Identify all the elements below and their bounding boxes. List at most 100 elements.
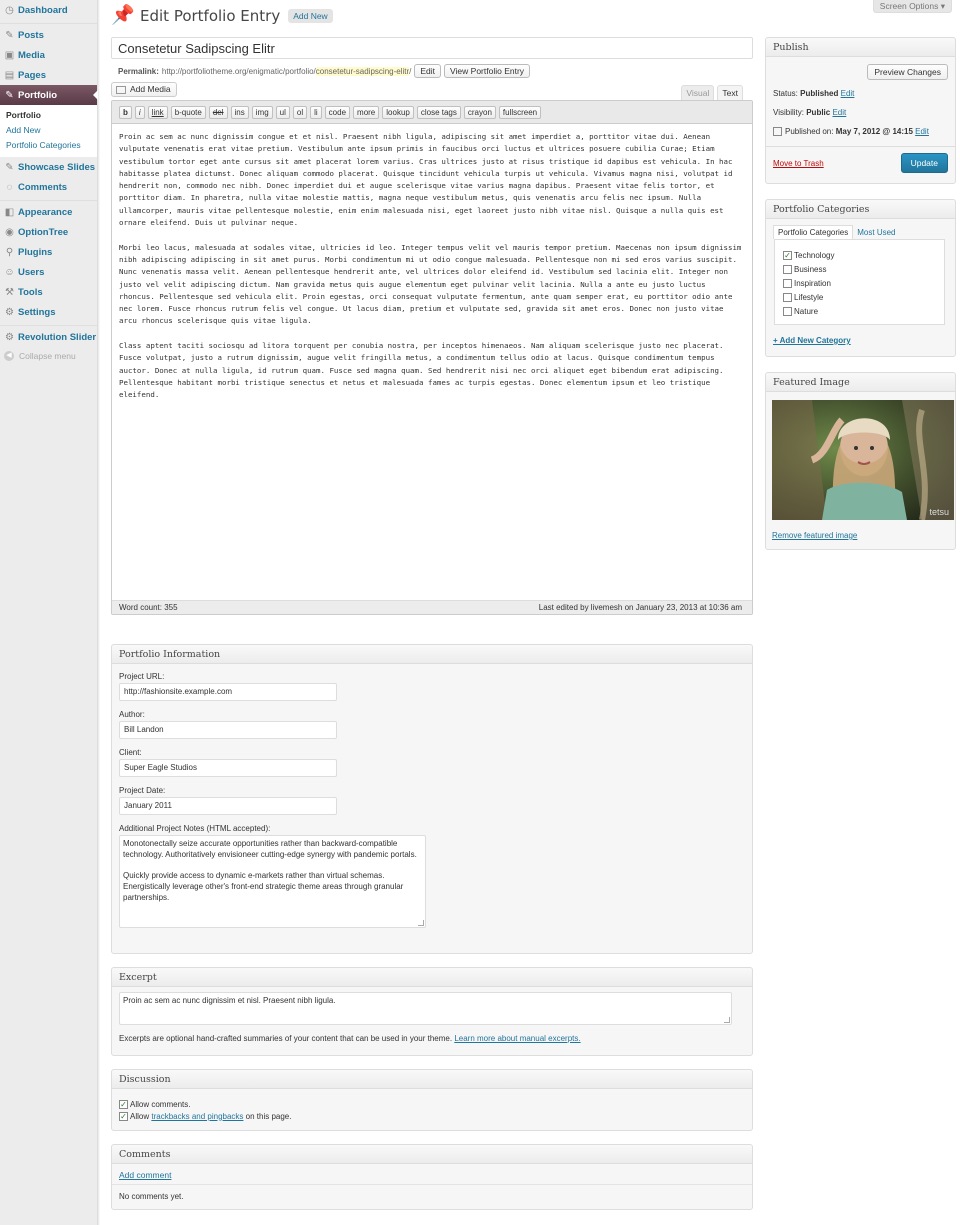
author-input[interactable]: Bill Landon: [119, 721, 337, 739]
edit-date-link[interactable]: Edit: [915, 127, 929, 136]
menu-plugins[interactable]: ⚲ Plugins: [0, 242, 97, 262]
menu-showcase-slides[interactable]: ✎ Showcase Slides: [0, 157, 97, 177]
qt-link-button[interactable]: link: [147, 105, 168, 119]
publish-actions: Move to Trash Update: [766, 146, 955, 173]
allow-trackbacks-checkbox[interactable]: ✓: [119, 1111, 128, 1121]
qt-li-button[interactable]: li: [310, 105, 322, 119]
menu-appearance[interactable]: ◧ Appearance: [0, 202, 97, 222]
menu-posts[interactable]: ✎ Posts: [0, 25, 97, 45]
excerpt-heading[interactable]: Excerpt: [112, 968, 752, 987]
excerpt-learn-more-link[interactable]: Learn more about manual excerpts.: [454, 1034, 580, 1043]
qt-more-button[interactable]: more: [353, 105, 380, 119]
menu-tools[interactable]: ⚒ Tools: [0, 282, 97, 302]
publish-heading[interactable]: Publish: [766, 38, 955, 57]
permalink-label: Permalink:: [118, 66, 159, 76]
portfolio-categories-heading[interactable]: Portfolio Categories: [766, 200, 955, 219]
qt-ul-button[interactable]: ul: [275, 105, 290, 119]
comments-heading[interactable]: Comments: [112, 1145, 752, 1164]
preview-changes-button[interactable]: Preview Changes: [867, 64, 948, 80]
resize-handle[interactable]: [418, 920, 424, 926]
menu-media[interactable]: ▣ Media: [0, 45, 97, 65]
menu-optiontree[interactable]: ◉ OptionTree: [0, 222, 97, 242]
qt-ins-button[interactable]: ins: [230, 105, 249, 119]
add-category-row: + Add New Category: [773, 336, 948, 345]
permalink-slug[interactable]: consetetur-sadipscing-elitr: [315, 66, 410, 76]
resize-handle[interactable]: [724, 1017, 730, 1023]
client-input[interactable]: Super Eagle Studios: [119, 759, 337, 777]
submenu-portfolio[interactable]: Portfolio: [0, 108, 97, 123]
category-checkbox[interactable]: [783, 306, 792, 316]
qt-lookup-button[interactable]: lookup: [382, 105, 414, 119]
view-portfolio-entry-button[interactable]: View Portfolio Entry: [444, 64, 531, 78]
qt-ol-button[interactable]: ol: [292, 105, 308, 119]
collapse-menu-button[interactable]: ◀ Collapse menu: [0, 347, 97, 365]
qt-code-button[interactable]: code: [324, 105, 351, 119]
qt-italic-button[interactable]: i: [134, 105, 145, 119]
menu-settings[interactable]: ⚙ Settings: [0, 302, 97, 322]
permalink-trail: /: [409, 66, 412, 76]
qt-blockquote-button[interactable]: b-quote: [170, 105, 206, 119]
category-checkbox[interactable]: [783, 292, 792, 302]
add-comment-link[interactable]: Add comment: [119, 1170, 171, 1180]
page-header: 📌 Edit Portfolio Entry Add New: [111, 4, 333, 28]
submenu-portfolio-categories[interactable]: Portfolio Categories: [0, 138, 97, 153]
menu-revolution-slider[interactable]: ⚙ Revolution Slider: [0, 327, 97, 347]
category-label: Inspiration: [794, 278, 831, 288]
remove-featured-image-link[interactable]: Remove featured image: [772, 531, 857, 540]
category-checkbox[interactable]: [783, 264, 792, 274]
update-button[interactable]: Update: [900, 153, 948, 173]
category-checkbox[interactable]: [783, 278, 792, 288]
screen-options-button[interactable]: Screen Options ▾: [872, 0, 952, 13]
category-label: Business: [794, 264, 827, 274]
category-checkbox[interactable]: ✓: [783, 250, 792, 260]
add-new-category-link[interactable]: + Add New Category: [773, 336, 851, 345]
publish-box: Publish Preview Changes Status: Publishe…: [765, 37, 956, 184]
tab-text[interactable]: Text: [717, 85, 743, 100]
menu-label: Appearance: [18, 206, 73, 218]
remove-featured-row: Remove featured image: [772, 531, 949, 540]
excerpt-help: Excerpts are optional hand-crafted summa…: [119, 1034, 745, 1043]
tab-visual[interactable]: Visual: [681, 85, 715, 100]
featured-image[interactable]: tetsu: [772, 400, 954, 520]
featured-image-heading[interactable]: Featured Image: [766, 373, 955, 392]
main-column: Consetetur Sadipscing Elitr Permalink: h…: [111, 37, 753, 1210]
post-title-input[interactable]: Consetetur Sadipscing Elitr: [111, 37, 753, 59]
qt-del-button[interactable]: del: [208, 105, 228, 119]
qt-img-button[interactable]: img: [251, 105, 273, 119]
menu-portfolio[interactable]: ✎ Portfolio: [0, 85, 98, 105]
edit-visibility-link[interactable]: Edit: [832, 108, 846, 117]
qt-crayon-button[interactable]: crayon: [463, 105, 496, 119]
excerpt-value: Proin ac sem ac nunc dignissim et nisl. …: [123, 996, 336, 1005]
menu-dashboard[interactable]: ◷ Dashboard: [0, 0, 97, 20]
project-notes-textarea[interactable]: Monotonectally seize accurate opportunit…: [119, 835, 426, 928]
qt-close-tags-button[interactable]: close tags: [416, 105, 461, 119]
portfolio-information-heading[interactable]: Portfolio Information: [112, 645, 752, 664]
content-paragraph: Class aptent taciti sociosqu ad litora t…: [119, 341, 724, 400]
move-to-trash-link[interactable]: Move to Trash: [773, 159, 824, 168]
category-item: ✓ Technology: [783, 248, 944, 262]
menu-comments[interactable]: ◌ Comments: [0, 177, 97, 197]
edit-status-link[interactable]: Edit: [841, 89, 855, 98]
tab-most-used[interactable]: Most Used: [853, 226, 899, 239]
discussion-heading[interactable]: Discussion: [112, 1070, 752, 1089]
content-textarea[interactable]: Proin ac sem ac nunc dignissim congue et…: [112, 124, 752, 590]
status-label: Status:: [773, 89, 798, 98]
qt-bold-button[interactable]: b: [119, 105, 132, 119]
submenu-add-new[interactable]: Add New: [0, 123, 97, 138]
project-date-input[interactable]: January 2011: [119, 797, 337, 815]
portfolio-categories-box: Portfolio Categories Portfolio Categorie…: [765, 199, 956, 357]
calendar-icon: [773, 127, 782, 136]
permalink-row: Permalink: http://portfoliotheme.org/eni…: [111, 64, 753, 78]
add-media-button[interactable]: Add Media: [111, 82, 177, 97]
tab-all-categories[interactable]: Portfolio Categories: [773, 225, 854, 239]
add-new-button[interactable]: Add New: [288, 9, 333, 23]
project-url-input[interactable]: http://fashionsite.example.com: [119, 683, 337, 701]
excerpt-textarea[interactable]: Proin ac sem ac nunc dignissim et nisl. …: [119, 992, 732, 1025]
menu-pages[interactable]: ▤ Pages: [0, 65, 97, 85]
edit-permalink-button[interactable]: Edit: [414, 64, 442, 78]
excerpt-inner: Proin ac sem ac nunc dignissim et nisl. …: [112, 987, 752, 1051]
menu-users[interactable]: ☺ Users: [0, 262, 97, 282]
trackbacks-link[interactable]: trackbacks and pingbacks: [151, 1112, 243, 1121]
qt-fullscreen-button[interactable]: fullscreen: [498, 105, 542, 119]
allow-comments-checkbox[interactable]: ✓: [119, 1099, 128, 1109]
